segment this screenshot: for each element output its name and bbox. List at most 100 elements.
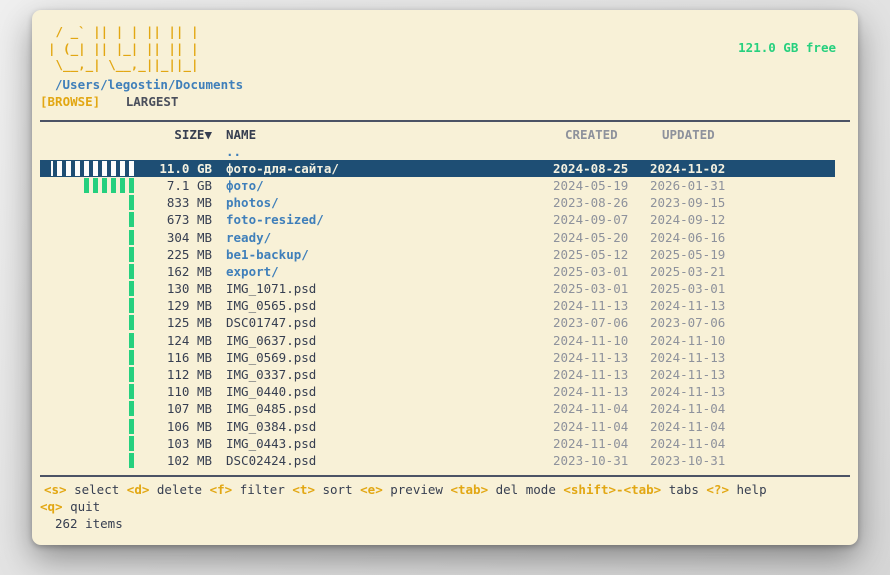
size-bar (40, 384, 136, 400)
row-created: 2024-11-13 (553, 298, 629, 314)
row-updated: 2024-11-13 (650, 384, 726, 400)
table-row[interactable]: 107 MB IMG_0485.psd 2024-11-04 2024-11-0… (40, 400, 835, 417)
table-header-row: SIZE▼ NAME CREATED UPDATED (40, 126, 835, 143)
row-name: IMG_0337.psd (226, 367, 317, 383)
row-created: 2024-05-19 (553, 177, 629, 193)
row-size: 130 MB (166, 281, 212, 297)
size-bar (40, 246, 136, 262)
row-name: DSC01747.psd (226, 315, 317, 331)
table-row[interactable]: 129 MB IMG_0565.psd 2024-11-13 2024-11-1… (40, 297, 835, 314)
column-header-size[interactable]: SIZE▼ (136, 127, 212, 142)
row-size: 112 MB (166, 367, 212, 383)
row-updated: 2026-01-31 (650, 177, 726, 193)
row-updated: 2024-11-13 (650, 349, 726, 365)
row-created: 2024-11-04 (553, 418, 629, 434)
table-row[interactable]: 673 MB foto-resized/ 2024-09-07 2024-09-… (40, 211, 835, 228)
row-name: IMG_0565.psd (226, 298, 317, 314)
hint-label: delete (149, 482, 203, 498)
row-created: 2024-11-04 (553, 435, 629, 451)
hint-key: <tab> (450, 482, 489, 498)
table-row[interactable]: 112 MB IMG_0337.psd 2024-11-13 2024-11-1… (40, 366, 835, 383)
row-size: 110 MB (166, 384, 212, 400)
row-name: photos/ (226, 195, 279, 211)
row-size: 7.1 GB (166, 177, 212, 193)
row-size: 124 MB (166, 332, 212, 348)
table-row[interactable]: 116 MB IMG_0569.psd 2024-11-13 2024-11-1… (40, 349, 835, 366)
row-size: 107 MB (166, 401, 212, 417)
row-updated: 2023-09-15 (650, 195, 726, 211)
row-name: IMG_0569.psd (226, 349, 317, 365)
hint-label: filter (232, 482, 285, 498)
row-name: IMG_1071.psd (226, 281, 317, 297)
size-bar (40, 298, 136, 314)
row-created: 2024-11-13 (553, 367, 629, 383)
size-bar (40, 315, 136, 331)
tab-browse[interactable]: [BROWSE] (40, 94, 100, 109)
row-created: 2024-11-13 (553, 349, 629, 365)
free-space-indicator: 121.0 GB free (738, 40, 836, 55)
table-row[interactable]: 11.0 GB фото-для-сайта/ 2024-08-25 2024-… (40, 159, 835, 177)
hint-label: del mode (488, 482, 556, 498)
hint-label: quit (62, 499, 101, 515)
row-size: 225 MB (166, 246, 212, 262)
row-size: 106 MB (166, 418, 212, 434)
hint-key: <f> (209, 482, 233, 498)
size-bar (40, 160, 136, 176)
parent-dir-row[interactable]: .. (40, 143, 835, 160)
row-updated: 2023-07-06 (650, 315, 726, 331)
row-created: 2024-08-25 (553, 160, 629, 176)
keybinding-hints-line2: <q> quit (40, 498, 858, 515)
items-count: 262 items (55, 516, 123, 532)
row-size: 11.0 GB (159, 160, 212, 176)
table-row[interactable]: 130 MB IMG_1071.psd 2025-03-01 2025-03-0… (40, 280, 835, 297)
table-row[interactable]: 304 MB ready/ 2024-05-20 2024-06-16 (40, 228, 835, 245)
row-name: IMG_0637.psd (226, 332, 317, 348)
column-header-created[interactable]: CREATED (553, 127, 650, 142)
row-name: IMG_0384.psd (226, 418, 317, 434)
table-row[interactable]: 833 MB photos/ 2023-08-26 2023-09-15 (40, 194, 835, 211)
row-updated: 2024-06-16 (650, 229, 726, 245)
column-header-bar (40, 127, 136, 142)
hint-key: <e> (360, 482, 383, 498)
table-row[interactable]: 102 MB DSC02424.psd 2023-10-31 2023-10-3… (40, 452, 835, 469)
table-row[interactable]: 124 MB IMG_0637.psd 2024-11-10 2024-11-1… (40, 332, 835, 349)
column-header-updated[interactable]: UPDATED (650, 127, 754, 142)
row-created: 2024-11-13 (553, 384, 629, 400)
row-updated: 2024-11-10 (650, 332, 726, 348)
column-header-name[interactable]: NAME (212, 127, 553, 142)
row-size: 304 MB (166, 229, 212, 245)
app-logo-ascii: / _` || | | || || | | (_| || |_| || || |… (48, 24, 199, 72)
row-created: 2024-11-04 (553, 401, 629, 417)
table-row[interactable]: 103 MB IMG_0443.psd 2024-11-04 2024-11-0… (40, 435, 835, 452)
table-row[interactable]: 7.1 GB фото/ 2024-05-19 2026-01-31 (40, 177, 835, 194)
footer-separator (40, 475, 850, 478)
row-created: 2025-05-12 (553, 246, 629, 262)
hint-label: sort (314, 482, 353, 498)
size-bar (40, 263, 136, 279)
row-created: 2025-03-01 (553, 281, 629, 297)
tab-largest[interactable]: LARGEST (126, 94, 179, 109)
table-row[interactable]: 162 MB export/ 2025-03-01 2025-03-21 (40, 263, 835, 280)
size-bar (40, 212, 136, 228)
row-created: 2023-07-06 (553, 315, 629, 331)
table-row[interactable]: 225 MB be1-backup/ 2025-05-12 2025-05-19 (40, 246, 835, 263)
size-bar (40, 177, 136, 193)
keybinding-hints-line1: <s> select <d> delete <f> filter <t> sor… (40, 481, 858, 498)
row-created: 2024-09-07 (553, 212, 629, 228)
row-name: foto-resized/ (226, 212, 324, 228)
table-row[interactable]: 110 MB IMG_0440.psd 2024-11-13 2024-11-1… (40, 383, 835, 400)
table-row[interactable]: 106 MB IMG_0384.psd 2024-11-04 2024-11-0… (40, 418, 835, 435)
parent-dir-label: .. (226, 143, 242, 159)
size-bar (40, 195, 136, 211)
hint-key: <d> (126, 482, 150, 498)
table-row[interactable]: 125 MB DSC01747.psd 2023-07-06 2023-07-0… (40, 314, 835, 331)
row-name: IMG_0443.psd (226, 435, 317, 451)
row-name: IMG_0440.psd (226, 384, 317, 400)
row-size: 673 MB (166, 212, 212, 228)
row-size: 103 MB (166, 435, 212, 451)
row-size: 162 MB (166, 263, 212, 279)
row-name: export/ (226, 263, 279, 279)
row-updated: 2024-11-13 (650, 367, 726, 383)
row-updated: 2024-11-04 (650, 401, 726, 417)
row-size: 833 MB (166, 195, 212, 211)
